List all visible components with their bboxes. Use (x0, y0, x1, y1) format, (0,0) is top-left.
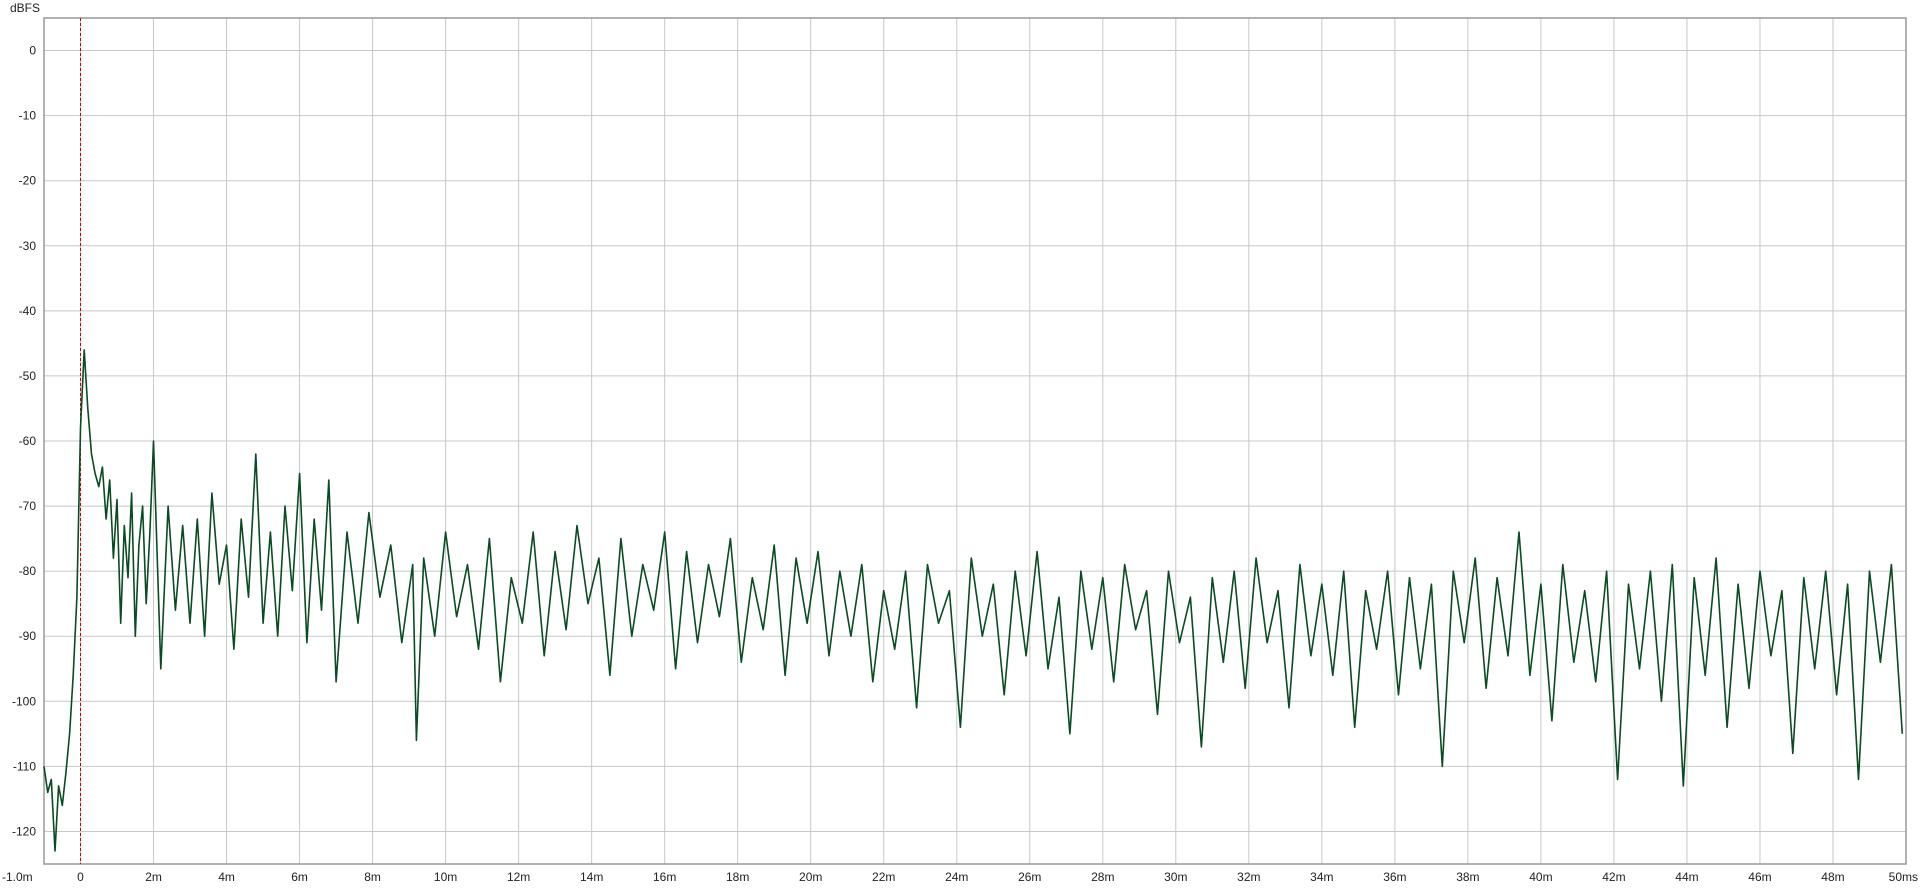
y-tick-label: -40 (19, 304, 37, 318)
y-tick-label: -90 (19, 629, 37, 643)
x-tick-label: 8m (364, 870, 381, 884)
y-tick-label: 0 (29, 44, 36, 58)
x-tick-label: 46m (1748, 870, 1771, 884)
x-tick-label: 34m (1310, 870, 1333, 884)
x-tick-label: 2m (145, 870, 162, 884)
x-tick-label: 44m (1675, 870, 1698, 884)
x-tick-label: 14m (580, 870, 603, 884)
x-tick-label: 4m (218, 870, 235, 884)
y-tick-label: -100 (12, 694, 36, 708)
x-tick-label: 24m (945, 870, 968, 884)
x-tick-label: 32m (1237, 870, 1260, 884)
x-tick-label: 16m (653, 870, 676, 884)
x-tick-label: 26m (1018, 870, 1041, 884)
y-tick-label: -20 (19, 174, 37, 188)
impulse-response-chart: 0 -10 -20 -30 -40 -50 -60 -70 -80 -90 -100 -110 -120… (2, 1, 1918, 884)
y-tick-label: -110 (13, 759, 36, 773)
y-tick-label: -50 (19, 369, 37, 383)
x-tick-label: 36m (1383, 870, 1406, 884)
x-tick-label: 6m (291, 870, 308, 884)
y-tick-label: -120 (12, 824, 36, 838)
x-tick-label: 22m (872, 870, 895, 884)
chart-container: 0 -10 -20 -30 -40 -50 -60 -70 -80 -90 -100 -110 -120… (0, 0, 1920, 889)
x-tick-label: 40m (1529, 870, 1552, 884)
x-tick-label: 18m (726, 870, 749, 884)
x-tick-label: 28m (1091, 870, 1114, 884)
x-tick-label: 42m (1602, 870, 1625, 884)
y-axis-label: dBFS (10, 1, 40, 15)
y-tick-label: -10 (19, 109, 37, 123)
y-tick-label: -60 (19, 434, 37, 448)
x-tick-label: 30m (1164, 870, 1187, 884)
y-tick-label: -80 (19, 564, 37, 578)
y-tick-label: -70 (19, 499, 37, 513)
x-tick-label: -1.0m (2, 870, 33, 884)
x-tick-label: 12m (507, 870, 530, 884)
x-tick-label: 20m (799, 870, 822, 884)
x-tick-label: 48m (1821, 870, 1844, 884)
x-tick-label: 10m (434, 870, 457, 884)
x-tick-label: 0 (77, 870, 84, 884)
y-tick-label: -30 (19, 239, 37, 253)
x-tick-label: 50ms (1889, 870, 1918, 884)
x-tick-label: 38m (1456, 870, 1479, 884)
